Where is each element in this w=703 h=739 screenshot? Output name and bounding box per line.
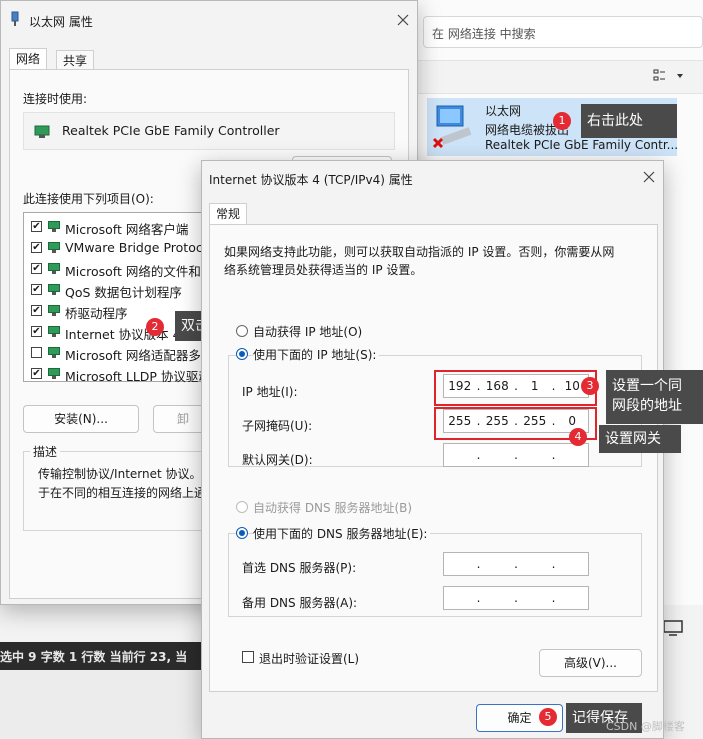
manual-ip-radio[interactable] [236,348,248,360]
list-item[interactable]: ✔ Microsoft 网络客户端 [30,217,210,238]
description-line-2: 于在不同的相互连接的网络上通 [38,486,207,500]
adapter-title: 以太网 [485,104,522,118]
item-checkbox[interactable]: ✔ [31,263,42,274]
item-label: Microsoft 网络客户端 [65,222,189,237]
gateway-input[interactable]: ... [443,443,589,467]
alternate-dns-label: 备用 DNS 服务器(A): [242,596,358,610]
callout-set-address: 设置一个同 网段的地址 [606,370,703,424]
ip-address-label: IP 地址(I): [242,385,298,399]
tab-sharing[interactable]: 共享 [56,50,95,70]
network-adapter-icon [431,102,477,150]
network-component-icon [48,305,60,316]
ipv4-dialog-title: Internet 协议版本 4 (TCP/IPv4) 属性 [209,173,413,187]
alternate-dns-input[interactable]: ... [443,586,589,610]
list-item[interactable]: ✔ VMware Bridge Protoco [30,238,210,259]
layout-icon[interactable] [653,68,683,84]
item-label: VMware Bridge Protoco [65,240,210,255]
status-text: 选中 9 字数 1 行数 当前行 23, 当 [0,650,188,664]
editor-status-bar: 选中 9 字数 1 行数 当前行 23, 当 [0,642,208,670]
item-label: QoS 数据包计划程序 [65,285,182,300]
step-badge-3: 3 [581,377,599,395]
manual-dns-radio[interactable] [236,527,248,539]
step-badge-5: 5 [539,708,557,726]
manual-ip-label: 使用下面的 IP 地址(S): [253,346,380,363]
callout-set-address-line-1: 设置一个同 [612,378,682,394]
connect-using-label: 连接时使用: [23,92,88,106]
item-label: 桥驱动程序 [65,306,128,321]
auto-dns-radio[interactable] [236,501,248,513]
search-input[interactable]: 在 网络连接 中搜索 [423,16,703,48]
tab-general[interactable]: 常规 [209,203,248,225]
advanced-button[interactable]: 高级(V)... [539,649,642,677]
network-component-icon [48,263,60,274]
list-item[interactable]: ✔ Microsoft LLDP 协议驱动 [30,364,210,385]
gateway-label: 默认网关(D): [242,453,313,467]
network-component-icon [48,326,60,337]
network-component-icon [48,284,60,295]
auto-ip-label: 自动获得 IP 地址(O) [253,325,363,339]
item-checkbox[interactable]: ✔ [31,368,42,379]
adapter-name: Realtek PCIe GbE Family Controller [62,123,280,138]
item-checkbox[interactable]: ✔ [31,326,42,337]
network-component-icon [48,242,60,253]
ipv4-close-icon[interactable] [643,171,655,183]
callout-right-click: 右击此处 [581,104,677,138]
step-badge-4: 4 [569,428,587,446]
step-badge-1: 1 [553,112,571,130]
list-item[interactable]: ✔ Microsoft 网络的文件和打 [30,259,210,280]
close-icon[interactable] [397,14,409,26]
tab-network[interactable]: 网络 [9,48,48,70]
item-checkbox[interactable] [31,347,42,358]
item-checkbox[interactable]: ✔ [31,305,42,316]
list-item[interactable]: Microsoft 网络适配器多路 [30,343,210,364]
manual-dns-label: 使用下面的 DNS 服务器地址(E): [253,525,431,542]
validate-checkbox[interactable] [242,651,254,663]
highlight-ip-address [434,370,597,406]
item-checkbox[interactable]: ✔ [31,221,42,232]
list-item[interactable]: ✔ QoS 数据包计划程序 [30,280,210,301]
item-label: Microsoft 网络适配器多路 [65,348,210,363]
description-label: 描述 [30,443,61,460]
ethernet-window-title: 以太网 属性 [29,15,93,29]
network-component-icon [48,221,60,232]
preferred-dns-input[interactable]: ... [443,552,589,576]
auto-ip-radio[interactable] [236,325,248,337]
callout-set-gateway: 设置网关 [599,425,681,453]
preferred-dns-label: 首选 DNS 服务器(P): [242,561,357,575]
adapter-box: Realtek PCIe GbE Family Controller [23,112,395,150]
network-component-icon [48,368,60,379]
watermark: CSDN @脚楼客 [606,720,685,733]
item-label: Microsoft LLDP 协议驱动 [65,369,210,384]
monitor-icon [663,620,683,636]
intro-line-1: 如果网络支持此功能，则可以获取自动指派的 IP 设置。否则，你需要从网 [224,245,615,259]
auto-dns-label: 自动获得 DNS 服务器地址(B) [253,501,413,515]
network-component-icon [48,347,60,358]
editor-area [0,670,208,739]
search-placeholder: 在 网络连接 中搜索 [432,27,536,41]
intro-line-2: 络系统管理员处获得适当的 IP 设置。 [224,263,423,277]
subnet-mask-label: 子网掩码(U): [242,419,313,433]
item-checkbox[interactable]: ✔ [31,284,42,295]
validate-label: 退出时验证设置(L) [259,652,360,666]
install-button[interactable]: 安装(N)... [23,405,139,433]
general-tab-panel: 如果网络支持此功能，则可以获取自动指派的 IP 设置。否则，你需要从网 络系统管… [209,224,658,692]
adapter-device: Realtek PCIe GbE Family Contr... [485,138,679,152]
description-line-1: 传输控制协议/Internet 协议。 [38,467,202,481]
ipv4-properties-dialog: Internet 协议版本 4 (TCP/IPv4) 属性 常规 如果网络支持此… [201,160,664,739]
adapter-icon [34,125,50,139]
item-label: Microsoft 网络的文件和打 [65,264,210,279]
items-label: 此连接使用下列项目(O): [23,192,154,206]
item-checkbox[interactable]: ✔ [31,242,42,253]
callout-set-address-line-2: 网段的地址 [612,398,682,414]
network-cable-icon [9,11,21,27]
step-badge-2: 2 [146,318,164,336]
